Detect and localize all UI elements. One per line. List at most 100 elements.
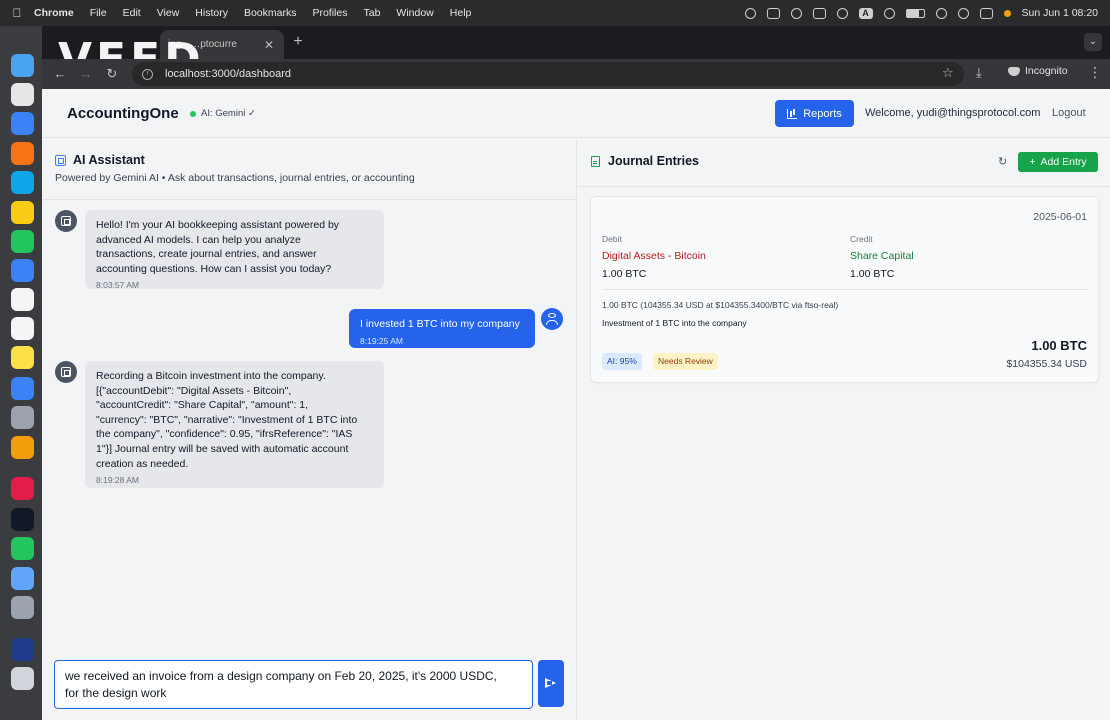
time-machine-icon[interactable]	[883, 7, 895, 19]
entry-total-btc: 1.00 BTC	[1031, 338, 1087, 353]
menu-profiles[interactable]: Profiles	[312, 7, 347, 19]
screen-icon[interactable]	[11, 638, 34, 661]
chrome-icon[interactable]	[11, 201, 34, 224]
bookmark-star-icon[interactable]: ☆	[942, 65, 954, 81]
app-brand[interactable]: AccountingOne	[67, 105, 179, 122]
battery-icon[interactable]	[905, 8, 925, 18]
menu-help[interactable]: Help	[450, 7, 472, 19]
add-entry-button[interactable]: + Add Entry	[1018, 152, 1098, 172]
message-line: 1"}] Journal entry will be saved with au…	[96, 442, 349, 455]
plus-icon: +	[1029, 156, 1036, 168]
docker-icon[interactable]	[11, 567, 34, 590]
input-source-icon[interactable]: A	[858, 7, 873, 19]
menu-history[interactable]: History	[195, 7, 228, 19]
menu-window[interactable]: Window	[396, 7, 433, 19]
document-icon	[591, 155, 600, 167]
box-icon[interactable]	[11, 508, 34, 531]
fx-conversion-note: 1.00 BTC (104355.34 USD at $104355.3400/…	[602, 300, 839, 310]
whatsapp-icon[interactable]	[11, 537, 34, 560]
app-header: AccountingOne AI: Gemini ✓ Reports Welco…	[42, 89, 1110, 138]
forward-icon[interactable]: →	[77, 65, 95, 83]
address-url[interactable]: localhost:3000/dashboard	[165, 68, 291, 80]
message-timestamp: 8:03:57 AM	[96, 280, 140, 291]
download-icon[interactable]: ⤓	[976, 65, 982, 81]
incognito-indicator[interactable]: Incognito	[1008, 65, 1068, 77]
mail-icon[interactable]	[11, 259, 34, 282]
spotlight-icon[interactable]	[957, 7, 969, 19]
apple-menu-icon[interactable]: 	[0, 6, 34, 20]
chat-input[interactable]: we received an invoice from a design com…	[54, 660, 533, 709]
message-line: Hello! I'm your AI bookkeeping assistant…	[96, 219, 340, 231]
message-line: "accountCredit": "Share Capital", "amoun…	[96, 399, 309, 412]
tab-strip: ing - …ptocurre ✕ + ⌄ VEED	[42, 26, 1110, 85]
record-icon[interactable]	[744, 7, 756, 19]
message-timestamp: 8:19:25 AM	[360, 335, 404, 346]
assistant-avatar	[55, 361, 77, 383]
refresh-icon[interactable]: ↻	[998, 155, 1010, 168]
brave-icon[interactable]	[11, 142, 34, 165]
slack-icon[interactable]	[11, 477, 34, 500]
chat-input-line[interactable]: for the design work	[65, 685, 522, 702]
menu-tab[interactable]: Tab	[363, 7, 380, 19]
chat-title-text: AI Assistant	[73, 153, 145, 167]
wifi-icon[interactable]	[935, 7, 947, 19]
reload-icon[interactable]: ↻	[103, 65, 121, 83]
messages-icon[interactable]	[11, 230, 34, 253]
menu-view[interactable]: View	[157, 7, 180, 19]
finder-icon[interactable]	[11, 54, 34, 77]
edge-icon[interactable]	[11, 171, 34, 194]
cpu-icon	[55, 154, 66, 166]
iphone-mirroring-icon[interactable]	[11, 436, 34, 459]
cpu-icon	[61, 367, 71, 377]
logout-button[interactable]: Logout	[1052, 107, 1086, 119]
user-avatar	[541, 308, 563, 330]
control-center-icon[interactable]	[979, 7, 993, 19]
calendar-icon[interactable]	[11, 288, 34, 311]
dock	[0, 26, 44, 720]
debit-account: Digital Assets - Bitcoin	[602, 250, 706, 262]
reminders-icon[interactable]	[11, 317, 34, 340]
accessibility-icon[interactable]	[790, 7, 802, 19]
gpu-icon[interactable]	[812, 7, 826, 19]
send-button[interactable]	[538, 660, 564, 707]
bar-chart-icon	[787, 108, 798, 119]
menu-edit[interactable]: Edit	[123, 7, 141, 19]
launchpad-icon[interactable]	[11, 83, 34, 106]
menu-file[interactable]: File	[90, 7, 107, 19]
send-icon	[545, 678, 556, 688]
menu-chrome[interactable]: Chrome	[34, 7, 74, 19]
trash-icon[interactable]	[11, 667, 34, 690]
message-line: [{"accountDebit": "Digital Assets - Bitc…	[96, 384, 292, 397]
menu-bookmarks[interactable]: Bookmarks	[244, 7, 297, 19]
new-tab-icon[interactable]: +	[288, 33, 308, 51]
ai-status-label: AI: Gemini ✓	[201, 108, 256, 119]
entry-date: 2025-06-01	[1033, 211, 1087, 223]
tab-close-icon[interactable]: ✕	[262, 38, 276, 52]
journal-entry-card[interactable]: 2025-06-01 Debit Credit Digital Assets -…	[590, 196, 1099, 383]
message-line: the company", "confidence": 0.95, "ifrsR…	[96, 428, 353, 441]
address-bar[interactable]: i localhost:3000/dashboard	[132, 62, 964, 86]
play-icon[interactable]	[836, 7, 848, 19]
back-icon[interactable]: ←	[51, 65, 69, 83]
chat-input-line[interactable]: we received an invoice from a design com…	[65, 668, 522, 685]
display-icon[interactable]	[766, 7, 780, 19]
credit-amount: 1.00 BTC	[850, 268, 895, 280]
journal-title-text: Journal Entries	[608, 154, 699, 168]
reports-button[interactable]: Reports	[775, 100, 854, 127]
assistant-message: Hello! I'm your AI bookkeeping assistant…	[85, 210, 384, 290]
menubar-clock[interactable]: Sun Jun 1 08:20	[1022, 7, 1098, 19]
quicktime-icon[interactable]	[11, 596, 34, 619]
user-dot-icon[interactable]	[1003, 9, 1011, 17]
tab-search-icon[interactable]: ⌄	[1084, 33, 1102, 51]
notes-icon[interactable]	[11, 346, 34, 369]
welcome-text: Welcome, yudi@thingsprotocol.com	[865, 107, 1041, 119]
entry-total-usd: $104355.34 USD	[1006, 358, 1087, 370]
browser-menu-icon[interactable]: ⋮	[1088, 64, 1102, 81]
system-settings-icon[interactable]	[11, 406, 34, 429]
safari-icon[interactable]	[11, 112, 34, 135]
app-store-icon[interactable]	[11, 377, 34, 400]
message-line: creation as needed.	[96, 457, 189, 470]
user-icon-body	[546, 320, 558, 325]
site-info-icon[interactable]: i	[142, 68, 153, 80]
add-entry-label: Add Entry	[1040, 156, 1087, 168]
